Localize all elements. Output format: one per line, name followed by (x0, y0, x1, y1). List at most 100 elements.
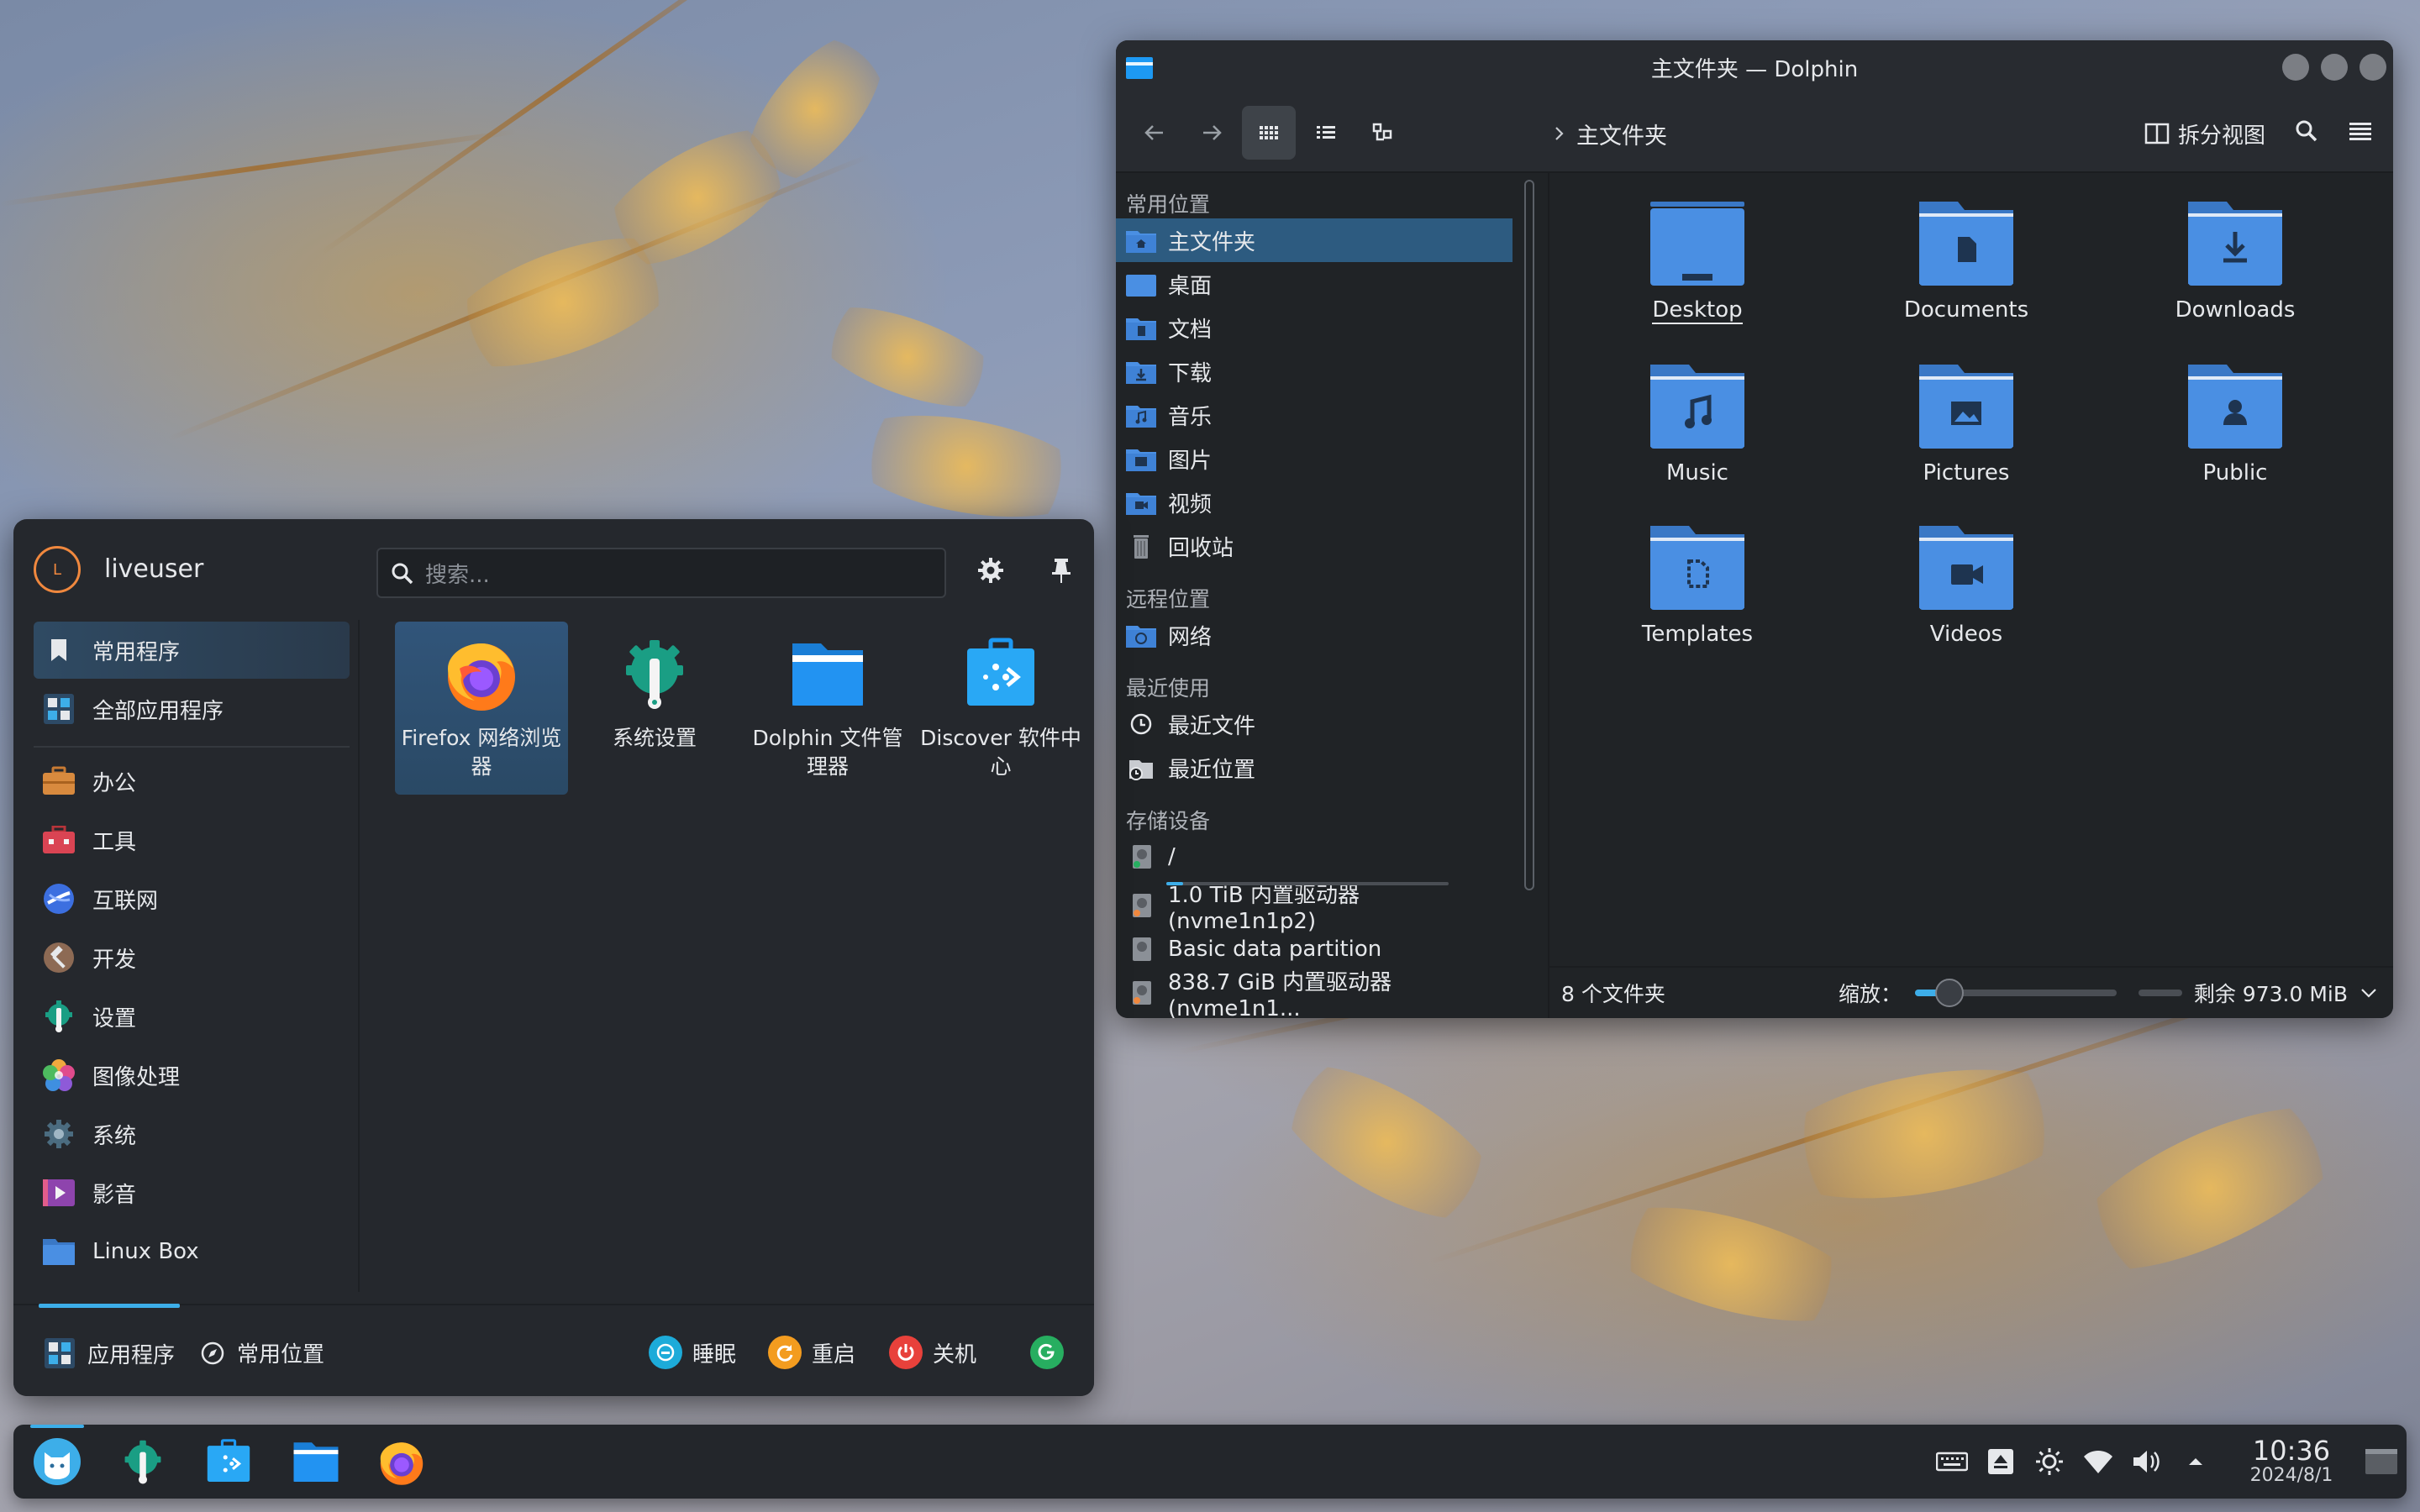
folder-templates[interactable]: Templates (1571, 522, 1823, 647)
minimize-button[interactable] (2282, 54, 2309, 81)
folder-public[interactable]: Public (2109, 361, 2361, 486)
category-linux-box[interactable]: Linux Box (34, 1223, 350, 1280)
category-multimedia[interactable]: 影音 (34, 1164, 350, 1221)
tree-view-button[interactable] (1356, 106, 1410, 160)
folder-documents[interactable]: Documents (1840, 198, 2092, 323)
breadcrumb[interactable]: 主文件夹 (1553, 94, 1667, 173)
place-downloads[interactable]: 下载 (1116, 349, 1512, 393)
folder-pictures[interactable]: Pictures (1840, 361, 2092, 486)
category-list: 常用程序 全部应用程序 办公 工具 互联网 开发 设置 图像处理 系统 影音 L… (13, 620, 358, 1292)
volume-icon (2133, 1451, 2160, 1473)
configure-button[interactable] (976, 556, 1005, 588)
folder-music[interactable]: Music (1571, 361, 1823, 486)
tab-applications[interactable]: 应用程序 (44, 1337, 175, 1369)
place-pictures[interactable]: 图片 (1116, 437, 1512, 480)
category-system[interactable]: 系统 (34, 1105, 350, 1163)
taskbar-system-settings[interactable] (116, 1435, 170, 1488)
place-network[interactable]: 网络 (1116, 613, 1512, 657)
drive-icon (1126, 937, 1156, 962)
place-videos[interactable]: 视频 (1116, 480, 1512, 524)
templates-folder-icon (1649, 522, 1746, 610)
videos-folder-icon (1918, 522, 2015, 610)
back-button[interactable] (1128, 106, 1181, 160)
zoom-slider[interactable] (1915, 979, 2118, 1007)
briefcase-icon (42, 764, 76, 798)
sleep-icon (649, 1336, 682, 1369)
place-music[interactable]: 音乐 (1116, 393, 1512, 437)
details-view-button[interactable] (1299, 106, 1353, 160)
cat-logo-icon (34, 1438, 81, 1485)
category-graphics[interactable]: 图像处理 (34, 1047, 350, 1104)
launcher-button[interactable] (30, 1425, 84, 1488)
folder-videos[interactable]: Videos (1840, 522, 2092, 647)
hamburger-menu-button[interactable] (2348, 118, 2373, 150)
taskbar-firefox[interactable] (375, 1435, 429, 1488)
category-development[interactable]: 开发 (34, 929, 350, 986)
tray-expand-button[interactable] (2171, 1425, 2220, 1499)
place-trash[interactable]: 回收站 (1116, 524, 1512, 568)
app-discover[interactable]: Discover 软件中心 (914, 622, 1087, 795)
show-desktop-button[interactable] (2356, 1425, 2407, 1499)
taskbar: 10:36 2024/8/1 (13, 1425, 2407, 1499)
taskbar-discover[interactable] (202, 1435, 255, 1488)
clock-date: 2024/8/1 (2249, 1465, 2333, 1486)
search-button[interactable] (2294, 118, 2319, 150)
place-desktop[interactable]: 桌面 (1116, 262, 1512, 306)
app-firefox[interactable]: Firefox 网络浏览器 (395, 622, 568, 795)
music-folder-icon (1649, 361, 1746, 449)
avatar[interactable]: L (34, 546, 81, 593)
restart-button[interactable]: 重启 (768, 1336, 855, 1369)
place-home[interactable]: 主文件夹 (1116, 218, 1512, 262)
taskbar-dolphin[interactable] (289, 1435, 343, 1488)
keyboard-layout-button[interactable] (1928, 1425, 1976, 1499)
split-view-button[interactable]: 拆分视图 (2144, 118, 2265, 150)
close-button[interactable] (2360, 54, 2386, 81)
folder-downloads[interactable]: Downloads (2109, 198, 2361, 323)
favorites-grid: Firefox 网络浏览器 系统设置 Dolphin 文件管理器 Discove… (380, 622, 1081, 1126)
desktop-icon (2365, 1449, 2397, 1474)
search-input[interactable]: 搜索... (376, 548, 946, 598)
chevron-up-icon (2189, 1458, 2202, 1465)
maximize-button[interactable] (2321, 54, 2348, 81)
forward-button[interactable] (1185, 106, 1239, 160)
brightness-button[interactable] (2025, 1425, 2074, 1499)
music-folder-icon (1126, 402, 1156, 428)
search-placeholder: 搜索... (425, 562, 490, 588)
clock-icon (1126, 711, 1156, 737)
breadcrumb-current[interactable]: 主文件夹 (1576, 118, 1667, 150)
category-internet[interactable]: 互联网 (34, 870, 350, 927)
places-scrollbar[interactable] (1512, 173, 1549, 1018)
icons-view-button[interactable] (1242, 106, 1296, 160)
category-office[interactable]: 办公 (34, 753, 350, 810)
place-recent-files[interactable]: 最近文件 (1116, 702, 1512, 746)
volume-button[interactable] (2123, 1425, 2171, 1499)
place-nvme1n1[interactable]: 838.7 GiB 内置驱动器 (nvme1n1... (1116, 970, 1512, 1018)
place-root[interactable]: / (1116, 835, 1512, 879)
all-apps-icon (45, 1338, 75, 1368)
sleep-button[interactable]: 睡眠 (649, 1336, 736, 1369)
logout-button[interactable] (1030, 1336, 1064, 1369)
place-nvme1n1p2[interactable]: 1.0 TiB 内置驱动器 (nvme1n1p2) (1116, 883, 1512, 934)
category-all-apps[interactable]: 全部应用程序 (34, 680, 350, 738)
compass-icon (201, 1341, 224, 1364)
app-system-settings[interactable]: 系统设置 (568, 622, 741, 795)
app-dolphin[interactable]: Dolphin 文件管理器 (741, 622, 914, 795)
category-settings[interactable]: 设置 (34, 988, 350, 1045)
dolphin-window: 主文件夹 — Dolphin 主文件夹 拆分视图 常用位置 主文件夹 桌面 文档… (1116, 40, 2393, 1018)
desktop-folder-icon (1126, 271, 1156, 297)
tab-places[interactable]: 常用位置 (200, 1337, 324, 1368)
folder-desktop[interactable]: Desktop (1571, 198, 1823, 324)
restart-icon (768, 1336, 802, 1369)
folder-count: 8 个文件夹 (1561, 982, 1665, 1006)
devices-button[interactable] (1976, 1425, 2025, 1499)
clock[interactable]: 10:36 2024/8/1 (2237, 1436, 2346, 1487)
shutdown-button[interactable]: 关机 (889, 1336, 976, 1369)
place-documents[interactable]: 文档 (1116, 306, 1512, 349)
category-utilities[interactable]: 工具 (34, 811, 350, 869)
folder-view[interactable]: Desktop Documents Downloads Music Pictur… (1549, 173, 2393, 1018)
pin-button[interactable] (1047, 556, 1076, 588)
network-button[interactable] (2074, 1425, 2123, 1499)
dolphin-titlebar[interactable]: 主文件夹 — Dolphin (1116, 40, 2393, 94)
category-favorites[interactable]: 常用程序 (34, 622, 350, 679)
place-recent-locations[interactable]: 最近位置 (1116, 746, 1512, 790)
